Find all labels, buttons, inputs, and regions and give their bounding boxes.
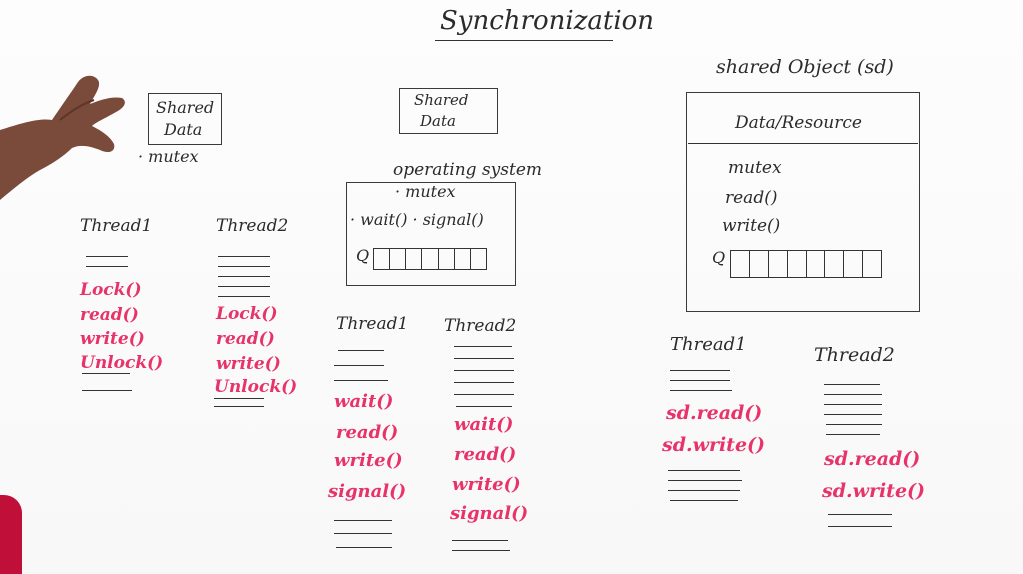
p1-t1-line [86, 256, 128, 257]
p3-t2-line [824, 414, 882, 415]
member-read: read() [725, 188, 778, 208]
p2-t2-line [454, 394, 514, 395]
object-queue [730, 250, 882, 278]
p2-t2-line [452, 540, 508, 541]
p3-t2-line [826, 424, 882, 425]
p1-t2-line [214, 406, 264, 407]
whiteboard: Synchronization Shared Data · mutex Thre… [0, 0, 1023, 574]
p2-t1-line [336, 547, 392, 548]
p1-t1-line [82, 373, 130, 374]
p2-thread1-title: Thread1 [336, 314, 409, 334]
p3-t2-line [828, 514, 892, 515]
p1-t1-call-read: read() [80, 305, 139, 325]
p3-thread1-title: Thread1 [670, 334, 747, 355]
os-queue [373, 248, 487, 270]
p2-thread2-title: Thread2 [444, 316, 517, 336]
p2-t2-line [454, 346, 512, 347]
resource-header: Data/Resource [735, 113, 862, 133]
p1-t1-line [86, 266, 128, 267]
p3-thread2-title: Thread2 [814, 344, 895, 366]
p3-t2-call-read: sd.read() [824, 448, 921, 470]
member-mutex: mutex [728, 158, 782, 178]
p3-t1-line [670, 500, 738, 501]
mutex-note-1: · mutex [138, 147, 199, 166]
presenter-shirt [0, 495, 22, 574]
board-title: Synchronization [440, 6, 655, 36]
p3-t1-line [670, 390, 732, 391]
os-methods: · wait() · signal() [350, 210, 484, 229]
p2-t2-line [454, 358, 514, 359]
p1-t1-line [82, 390, 132, 391]
p3-t2-line [826, 434, 880, 435]
p3-t2-line [828, 526, 892, 527]
shared-data-label-2b: Data [420, 112, 456, 130]
resource-header-divider [688, 143, 918, 144]
p1-t2-line [214, 398, 264, 399]
p1-t2-line [218, 266, 270, 267]
p1-thread1-title: Thread1 [80, 216, 153, 236]
shared-object-label: shared Object (sd) [716, 56, 894, 78]
p3-t2-line [824, 394, 882, 395]
p3-t2-call-write: sd.write() [822, 480, 926, 502]
p3-t1-line [668, 490, 740, 491]
p3-t2-line [824, 404, 882, 405]
p1-t2-call-unlock: Unlock() [214, 377, 298, 397]
p1-t2-call-read: read() [216, 329, 275, 349]
p3-t1-line [668, 470, 740, 471]
p1-thread2-title: Thread2 [216, 216, 289, 236]
p2-t2-line [454, 382, 514, 383]
p2-t2-call-read: read() [454, 444, 517, 465]
p3-t1-call-write: sd.write() [662, 434, 766, 456]
p2-t2-call-wait: wait() [454, 414, 514, 435]
p2-t2-line [452, 550, 510, 551]
p1-t2-line [218, 296, 270, 297]
p2-t1-call-wait: wait() [334, 391, 394, 412]
p2-t1-line [334, 533, 392, 534]
p2-t2-line [456, 406, 512, 407]
p2-t1-line [338, 350, 384, 351]
title-underline [435, 40, 613, 41]
p1-t2-call-write: write() [216, 354, 281, 374]
p1-t1-call-unlock: Unlock() [80, 353, 164, 373]
p2-t2-call-signal: signal() [450, 503, 529, 524]
shared-data-label-1b: Data [164, 120, 203, 139]
os-label: operating system [393, 160, 543, 180]
p1-t2-line [218, 286, 270, 287]
p1-t1-call-write: write() [80, 329, 145, 349]
p2-t2-call-write: write() [452, 474, 521, 495]
p1-t2-line [218, 256, 270, 257]
p2-t1-call-write: write() [334, 450, 403, 471]
p3-t1-line [670, 370, 730, 371]
object-queue-label: Q [712, 248, 726, 267]
p2-t1-call-read: read() [336, 422, 399, 443]
shared-data-label-2a: Shared [414, 91, 469, 109]
p3-t1-line [668, 480, 742, 481]
p2-t1-call-signal: signal() [328, 481, 407, 502]
p3-t2-line [824, 384, 880, 385]
p3-t1-call-read: sd.read() [666, 402, 763, 424]
p2-t1-line [334, 380, 388, 381]
p1-t1-call-lock: Lock() [80, 280, 142, 300]
shared-data-label-1a: Shared [156, 98, 215, 117]
os-mutex: · mutex [395, 182, 456, 201]
member-write: write() [722, 216, 781, 236]
presenter-hand [0, 75, 125, 200]
p2-t1-line [334, 365, 384, 366]
p3-t1-line [670, 380, 730, 381]
os-queue-label: Q [356, 246, 370, 265]
p2-t1-line [334, 520, 392, 521]
p1-t2-call-lock: Lock() [216, 304, 278, 324]
p1-t2-line [218, 276, 270, 277]
p2-t2-line [454, 370, 514, 371]
